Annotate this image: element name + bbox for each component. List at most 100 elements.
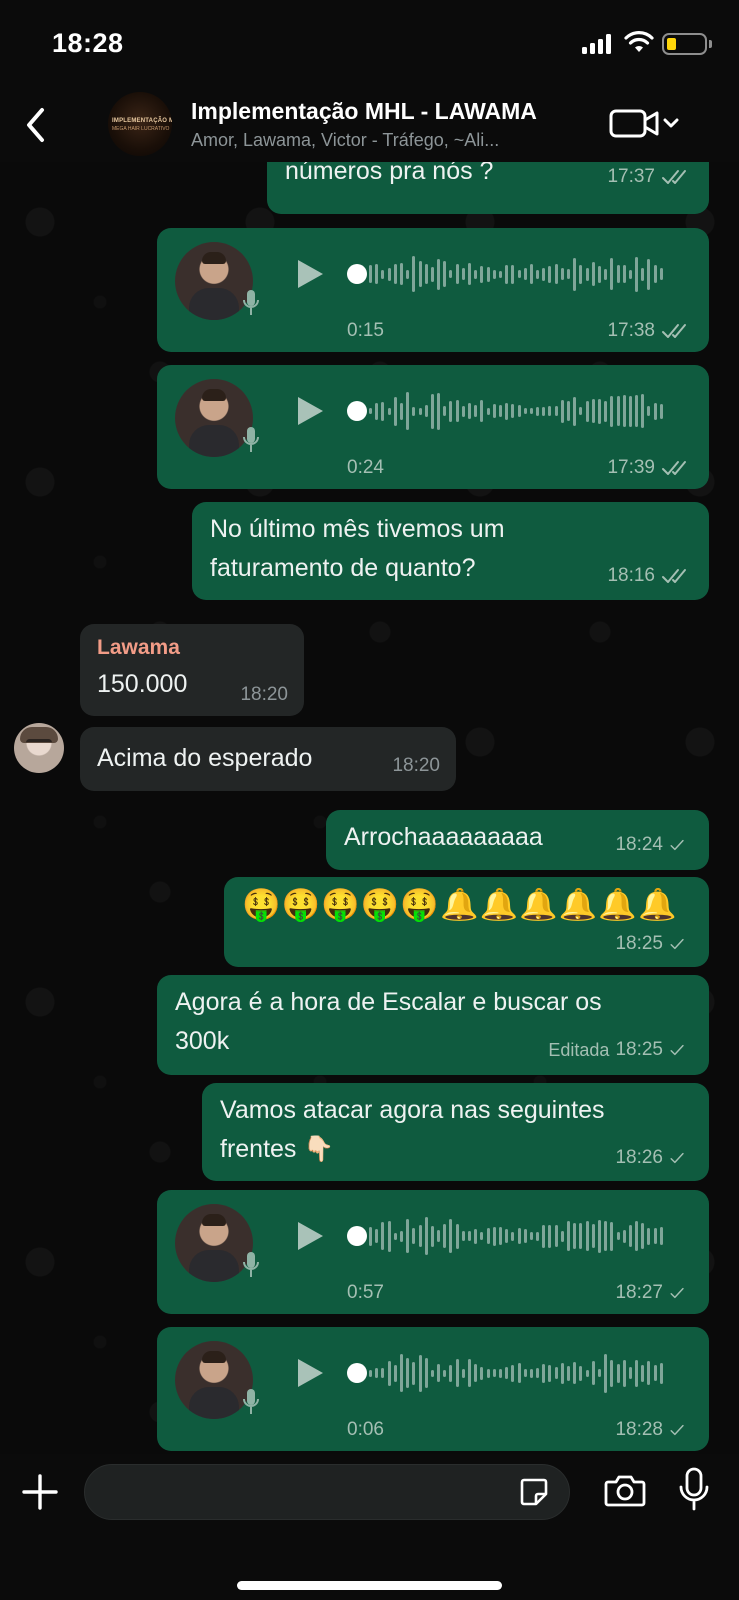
waveform-bar	[455, 1223, 459, 1249]
voice-message[interactable]: 0:15 17:38	[157, 228, 709, 352]
waveform[interactable]	[369, 250, 663, 298]
message-text: Arrochaaaaaaaaa	[344, 823, 543, 851]
message-list[interactable]: números pra nós ? 17:37 0:15 17:38 0:24 …	[0, 162, 739, 1454]
message-time: 18:27	[615, 1282, 663, 1303]
message-bubble[interactable]: No último mês tivemos um faturamento de …	[192, 502, 709, 600]
message-text: 150.000	[97, 670, 188, 698]
message-bubble[interactable]: Lawama 150.000 18:20	[80, 624, 304, 716]
waveform-bar	[437, 1364, 441, 1382]
message-bubble[interactable]: Agora é a hora de Escalar e buscar os 30…	[157, 975, 709, 1075]
message-bubble[interactable]: números pra nós ? 17:37	[267, 162, 709, 214]
waveform-bar	[486, 1228, 490, 1244]
back-chevron-icon[interactable]	[20, 104, 52, 146]
voice-message[interactable]: 0:06 18:28	[157, 1327, 709, 1451]
waveform-bar	[610, 258, 614, 290]
message-bubble[interactable]: Acima do esperado 18:20	[80, 727, 456, 791]
message-bubble[interactable]: Arrochaaaaaaaaa 18:24	[326, 810, 709, 870]
waveform-bar	[375, 1368, 379, 1378]
waveform-bar	[486, 407, 490, 415]
waveform-bar	[560, 268, 564, 280]
waveform-bar	[443, 1369, 447, 1377]
message-meta: 17:37	[607, 166, 691, 188]
play-icon[interactable]	[295, 1357, 325, 1389]
waveform-bar	[641, 1223, 645, 1249]
waveform-bar	[418, 1225, 422, 1247]
waveform[interactable]	[369, 1212, 663, 1260]
waveform-bar	[399, 402, 403, 420]
group-members[interactable]: Amor, Lawama, Victor - Tráfego, ~Ali...	[191, 130, 499, 151]
play-icon[interactable]	[295, 395, 325, 427]
waveform-bar	[505, 264, 509, 284]
waveform-bar	[517, 1363, 521, 1383]
member-avatar[interactable]	[14, 723, 64, 773]
group-avatar[interactable]: IMPLEMENTAÇÃO MHL MEGA HAIR LUCRATIVO	[108, 92, 172, 156]
waveform-bar	[641, 267, 645, 281]
waveform-bar	[412, 406, 416, 416]
message-text-line: Vamos atacar agora nas seguintes	[220, 1096, 605, 1124]
single-check-icon	[670, 839, 684, 851]
waveform-bar	[579, 264, 583, 284]
wifi-icon	[624, 31, 654, 52]
home-indicator[interactable]	[237, 1581, 502, 1590]
message-text-line: frentes 👇🏻	[220, 1135, 335, 1163]
waveform-bar	[511, 1364, 515, 1382]
playback-scrubber[interactable]	[347, 264, 367, 284]
waveform-bar	[548, 1364, 552, 1382]
waveform[interactable]	[369, 387, 663, 435]
message-meta: 18:16	[607, 565, 691, 587]
waveform-bar	[610, 1221, 614, 1251]
waveform-bar	[430, 1225, 434, 1247]
waveform-bar	[406, 269, 410, 279]
waveform-bar	[418, 1354, 422, 1392]
voice-message[interactable]: 0:24 17:39	[157, 365, 709, 489]
playback-scrubber[interactable]	[347, 1226, 367, 1246]
playback-scrubber[interactable]	[347, 1363, 367, 1383]
waveform-bar	[461, 1231, 465, 1241]
message-time: 18:26	[615, 1147, 663, 1168]
waveform-bar	[381, 401, 385, 421]
message-input[interactable]	[84, 1464, 570, 1520]
message-text-line: No último mês tivemos um	[210, 515, 505, 543]
group-title[interactable]: Implementação MHL - LAWAMA	[191, 98, 537, 125]
message-bubble[interactable]: 🤑🤑🤑🤑🤑🔔🔔🔔🔔🔔🔔 18:25	[224, 877, 709, 967]
voice-message[interactable]: 0:57 18:27	[157, 1190, 709, 1314]
waveform-bar	[597, 398, 601, 424]
video-call-icon[interactable]	[609, 106, 683, 140]
message-time: 18:24	[615, 834, 663, 855]
waveform-bar	[474, 269, 478, 279]
message-time: 18:16	[607, 565, 655, 586]
waveform-bar	[573, 257, 577, 291]
waveform-bar	[610, 1359, 614, 1387]
waveform-bar	[567, 1221, 570, 1251]
waveform-bar	[498, 1227, 502, 1245]
waveform-bar	[622, 395, 626, 427]
waveform-bar	[542, 1224, 546, 1248]
waveform[interactable]	[369, 1349, 663, 1397]
camera-icon[interactable]	[604, 1472, 646, 1508]
waveform-bar	[523, 1369, 527, 1377]
message-time: 18:20	[240, 684, 288, 705]
waveform-bar	[628, 1367, 632, 1379]
waveform-bar	[474, 405, 478, 417]
waveform-bar	[647, 1227, 651, 1245]
battery-nub	[709, 40, 712, 48]
waveform-bar	[430, 1369, 434, 1377]
message-bubble[interactable]: Vamos atacar agora nas seguintes frentes…	[202, 1083, 709, 1181]
waveform-bar	[381, 1222, 385, 1250]
play-icon[interactable]	[295, 1220, 325, 1252]
waveform-bar	[461, 268, 465, 280]
sticker-icon[interactable]	[518, 1476, 550, 1508]
waveform-bar	[659, 403, 663, 419]
sender-name[interactable]: Lawama	[97, 636, 180, 660]
waveform-bar	[604, 1221, 608, 1251]
waveform-bar	[591, 1224, 595, 1248]
waveform-bar	[597, 265, 601, 283]
play-icon[interactable]	[295, 258, 325, 290]
playback-scrubber[interactable]	[347, 401, 367, 421]
message-text-line: Agora é a hora de Escalar e buscar os	[175, 988, 602, 1016]
waveform-bar	[573, 396, 577, 426]
plus-icon[interactable]	[20, 1472, 60, 1512]
voice-duration: 0:57	[347, 1282, 384, 1303]
waveform-bar	[511, 1231, 515, 1241]
microphone-icon[interactable]	[678, 1466, 710, 1512]
